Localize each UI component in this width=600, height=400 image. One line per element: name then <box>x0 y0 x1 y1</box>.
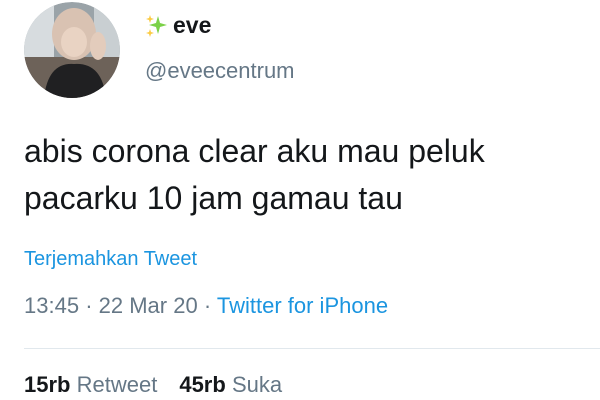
tweet-card: eve @eveecentrum abis corona clear aku m… <box>0 0 600 400</box>
translate-tweet-link[interactable]: Terjemahkan Tweet <box>24 248 197 271</box>
retweet-stat[interactable]: 15rb Retweet <box>24 372 157 398</box>
tweet-meta: 13:45 · 22 Mar 20 · Twitter for iPhone <box>24 293 388 319</box>
like-stat[interactable]: 45rb Suka <box>179 372 282 398</box>
like-count: 45rb <box>179 372 226 397</box>
like-label: Suka <box>231 372 283 397</box>
sparkles-icon <box>146 14 167 37</box>
retweet-count: 15rb <box>24 372 71 397</box>
tweet-text: abis corona clear aku mau peluk pacarku … <box>24 128 594 222</box>
tweet-date[interactable]: 22 Mar 20 <box>99 293 198 318</box>
avatar[interactable] <box>24 2 120 98</box>
tweet-source-link[interactable]: Twitter for iPhone <box>217 293 388 318</box>
meta-separator: · <box>203 293 212 318</box>
retweet-label: Retweet <box>76 372 158 397</box>
tweet-text-line: pacarku 10 jam gamau tau <box>24 180 403 216</box>
meta-separator: · <box>85 293 93 318</box>
author-display-name[interactable]: eve <box>173 12 211 39</box>
author-name-row[interactable]: eve <box>145 12 211 39</box>
divider <box>24 348 600 349</box>
tweet-time[interactable]: 13:45 <box>24 293 79 318</box>
tweet-stats: 15rb Retweet 45rb Suka <box>24 372 282 398</box>
tweet-text-line: abis corona clear aku mau peluk <box>24 133 485 169</box>
author-handle[interactable]: @eveecentrum <box>145 58 295 84</box>
profile-photo <box>24 2 120 98</box>
